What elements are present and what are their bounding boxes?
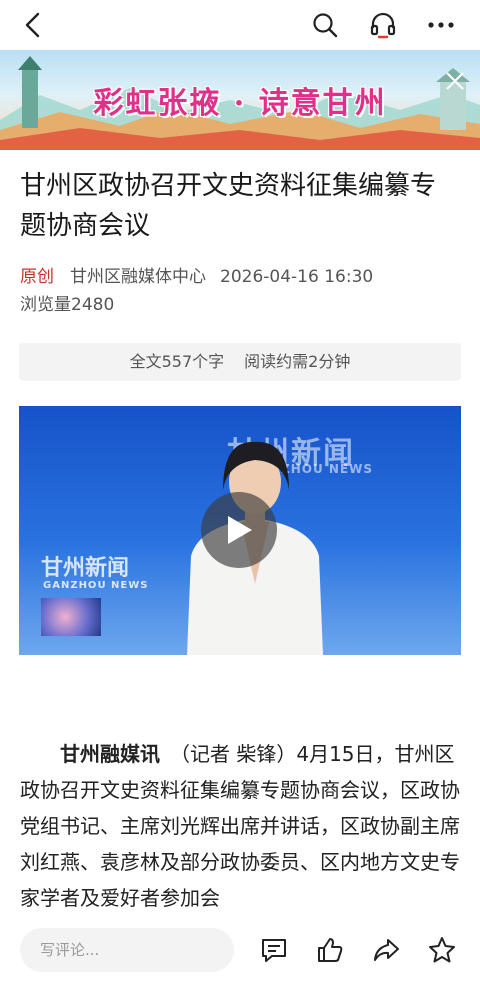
promo-banner[interactable]: 彩虹张掖 · 诗意甘州 [0, 50, 480, 150]
article-body: 甘州融媒讯 （记者 柴锋）4月15日，甘州区政协召开文史资料征集编纂专题协商会议… [20, 736, 462, 916]
banner-close-button[interactable] [442, 68, 468, 94]
video-player[interactable]: 甘州新闻 ZHOU NEWS 甘州新闻 GANZHOU NEWS [19, 406, 461, 655]
read-time: 阅读约需2分钟 [244, 352, 351, 371]
play-icon [228, 516, 252, 544]
search-icon [313, 13, 338, 38]
like-button[interactable] [316, 936, 344, 964]
read-summary-bar: 全文557个字 阅读约需2分钟 [19, 343, 461, 381]
article-title: 甘州区政协召开文史资料征集编纂专题协商会议 [20, 171, 437, 241]
comment-input[interactable]: 写评论... [20, 928, 234, 972]
bottom-action-bar: 写评论... [0, 918, 480, 982]
share-icon [374, 939, 399, 961]
article-paragraph: （记者 柴锋）4月15日，甘州区政协召开文史资料征集编纂专题协商会议，区政协党组… [20, 742, 460, 910]
back-button[interactable] [16, 8, 50, 42]
banner-title: 彩虹张掖 · 诗意甘州 [93, 86, 387, 121]
source-link[interactable]: 甘州区融媒体中心 [70, 267, 206, 287]
favorite-star-icon [429, 937, 455, 963]
word-count: 全文557个字 [129, 352, 225, 371]
share-button[interactable] [372, 936, 400, 964]
more-dots-icon [428, 22, 454, 28]
close-icon [446, 72, 464, 90]
article-meta: 原创 甘州区融媒体中心 2026-04-16 16:30 [20, 262, 373, 287]
chevron-left-icon [25, 12, 40, 38]
favorite-button[interactable] [428, 936, 456, 964]
more-button[interactable] [424, 8, 458, 42]
original-tag: 原创 [20, 267, 54, 287]
headphones-icon [370, 12, 396, 39]
publish-time: 16:30 [324, 267, 374, 287]
article-lead: 甘州融媒讯 [60, 742, 160, 766]
search-button[interactable] [308, 8, 342, 42]
comment-icon [262, 939, 286, 962]
like-icon [318, 938, 343, 962]
top-nav-bar [0, 0, 480, 50]
view-count: 浏览量2480 [20, 295, 115, 315]
comment-button[interactable] [260, 936, 288, 964]
publish-date: 2026-04-16 [220, 267, 319, 287]
listen-button[interactable] [366, 8, 400, 42]
play-button[interactable] [201, 492, 277, 568]
